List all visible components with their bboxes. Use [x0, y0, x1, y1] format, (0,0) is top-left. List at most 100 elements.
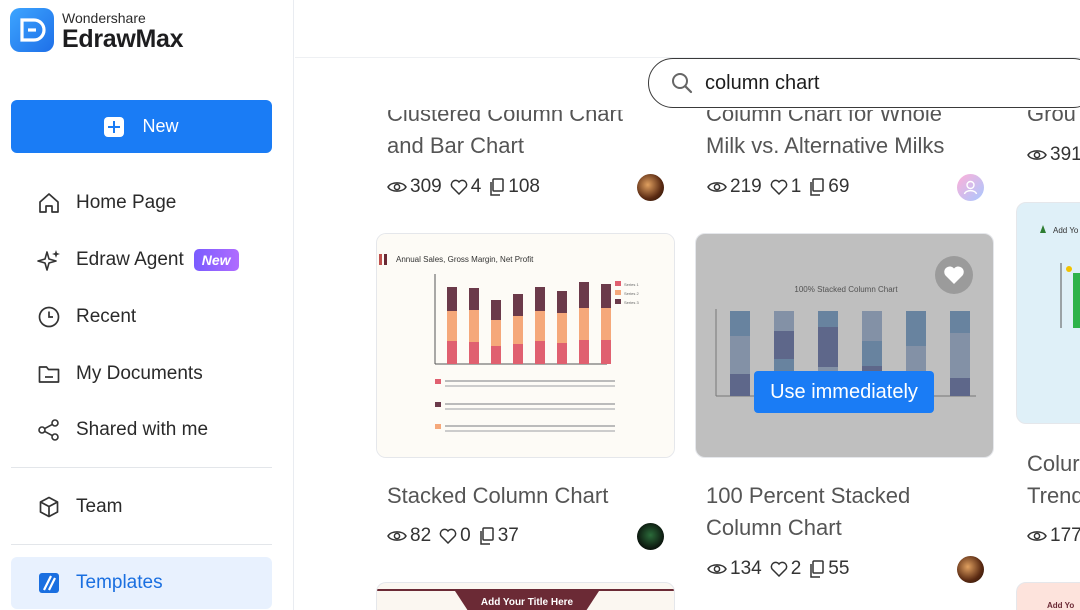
sidebar-item-recent[interactable]: Recent: [11, 292, 272, 342]
sidebar: Wondershare EdrawMax New Home Page Edraw…: [0, 0, 294, 610]
sidebar-item-templates[interactable]: Templates: [11, 557, 272, 609]
views-count: 82: [410, 525, 432, 546]
author-avatar[interactable]: [637, 523, 664, 550]
heart-icon: [439, 528, 457, 544]
heart-icon: [450, 179, 468, 195]
card-title[interactable]: Clustered Column Chart: [387, 110, 623, 130]
share-icon: [36, 417, 62, 443]
template-thumbnail[interactable]: Add Yo: [1016, 202, 1080, 424]
preview-title: Add Yo: [1053, 226, 1079, 235]
templates-icon: [36, 570, 62, 596]
cube-icon: [36, 494, 62, 520]
app-window: Wondershare EdrawMax New Home Page Edraw…: [0, 0, 1080, 610]
legend-series-1: Series 1: [624, 282, 639, 287]
card-title[interactable]: Column Chart: [706, 512, 842, 544]
sidebar-item-label: Shared with me: [76, 419, 209, 440]
card-title[interactable]: Colur: [1027, 448, 1080, 480]
sidebar-item-label: Recent: [76, 306, 137, 327]
folder-icon: [36, 361, 62, 387]
home-icon: [36, 190, 62, 216]
likes-count: 4: [470, 176, 482, 197]
eye-icon: [387, 531, 407, 541]
sidebar-item-label: Home Page: [76, 192, 177, 213]
template-thumbnail[interactable]: Annual Sales, Gross Margin, Net Profit S…: [376, 233, 675, 458]
sidebar-divider: [11, 467, 272, 468]
likes-count: 0: [460, 525, 471, 546]
author-avatar[interactable]: [637, 174, 664, 201]
logo-product: EdrawMax: [62, 24, 184, 53]
views-count: 391: [1050, 144, 1080, 165]
copy-icon: [490, 178, 505, 196]
sidebar-item-label: My Documents: [76, 363, 203, 384]
sidebar-item-home[interactable]: Home Page: [11, 178, 272, 228]
preview-banner: Add Yo: [1047, 601, 1075, 610]
card-stats: 219 1 69: [707, 176, 857, 198]
card-stats: 391: [1027, 144, 1080, 166]
copy-icon: [479, 527, 494, 545]
copy-icon: [810, 178, 825, 196]
favorite-button[interactable]: [935, 256, 973, 294]
sidebar-item-my-documents[interactable]: My Documents: [11, 349, 272, 399]
preview-banner: Add Your Title Here: [455, 591, 599, 610]
copies-count: 108: [508, 176, 540, 197]
views-count: 177: [1050, 525, 1080, 546]
template-thumbnail[interactable]: Add Yo: [1016, 582, 1080, 610]
eye-icon: [1027, 531, 1047, 541]
card-title[interactable]: Stacked Column Chart: [387, 480, 608, 512]
likes-count: 1: [790, 176, 802, 197]
copy-icon: [810, 560, 825, 578]
card-title[interactable]: 100 Percent Stacked: [706, 480, 910, 512]
new-button-label: New: [142, 116, 179, 136]
sidebar-item-edraw-agent[interactable]: Edraw Agent New: [11, 235, 272, 285]
views-count: 134: [730, 558, 762, 579]
plus-icon: [104, 116, 125, 137]
views-count: 309: [410, 176, 442, 197]
template-thumbnail[interactable]: Add Your Title Here: [376, 582, 675, 610]
user-icon: [963, 180, 978, 195]
author-avatar[interactable]: [957, 556, 984, 583]
legend-series-3: Series 3: [624, 300, 639, 305]
likes-count: 2: [790, 558, 802, 579]
heart-icon: [944, 266, 964, 284]
stacked-column-chart-preview: Annual Sales, Gross Margin, Net Profit S…: [377, 234, 674, 457]
author-avatar[interactable]: [957, 174, 984, 201]
card-stats: 82 0 37: [387, 525, 527, 547]
heart-icon: [770, 561, 788, 577]
new-button[interactable]: New: [11, 100, 272, 153]
card-stats: 134 2 55: [707, 558, 857, 580]
search-input[interactable]: [705, 71, 1005, 95]
eye-icon: [707, 564, 727, 574]
eye-icon: [707, 182, 727, 192]
use-immediately-button[interactable]: Use immediately: [754, 371, 934, 413]
views-count: 219: [730, 176, 762, 197]
card-title[interactable]: Milk vs. Alternative Milks: [706, 130, 944, 162]
clock-icon: [36, 304, 62, 330]
logo-brand: Wondershare: [62, 9, 146, 26]
sidebar-item-label: Templates: [76, 572, 163, 593]
sidebar-item-label: Team: [76, 496, 123, 517]
card-title[interactable]: and Bar Chart: [387, 130, 524, 162]
card-title[interactable]: Trend: [1027, 480, 1080, 512]
partial-chart-preview: Add Yo: [1040, 225, 1080, 328]
eye-icon: [387, 182, 407, 192]
sidebar-item-shared-with-me[interactable]: Shared with me: [11, 405, 272, 455]
copies-count: 37: [497, 525, 519, 546]
sidebar-item-label: Edraw Agent: [76, 249, 184, 270]
sidebar-divider: [11, 544, 272, 545]
app-logo[interactable]: Wondershare EdrawMax: [10, 8, 184, 53]
copies-count: 69: [828, 176, 850, 197]
sparkle-icon: [36, 247, 62, 273]
search-icon: [672, 73, 693, 94]
search-bar[interactable]: [648, 58, 1080, 108]
heart-icon: [770, 179, 788, 195]
template-thumbnail-hovered[interactable]: 100% Stacked Column Chart Use immediatel…: [695, 233, 994, 458]
edrawmax-logo-icon: [10, 8, 54, 52]
sidebar-item-team[interactable]: Team: [11, 482, 272, 532]
card-stats: 309 4 108: [387, 176, 548, 198]
preview-chart-title: Annual Sales, Gross Margin, Net Profit: [396, 255, 534, 264]
eye-icon: [1027, 150, 1047, 160]
new-badge: New: [193, 249, 239, 271]
legend-series-2: Series 2: [624, 291, 639, 296]
card-stats: 177: [1027, 525, 1080, 547]
copies-count: 55: [828, 558, 850, 579]
